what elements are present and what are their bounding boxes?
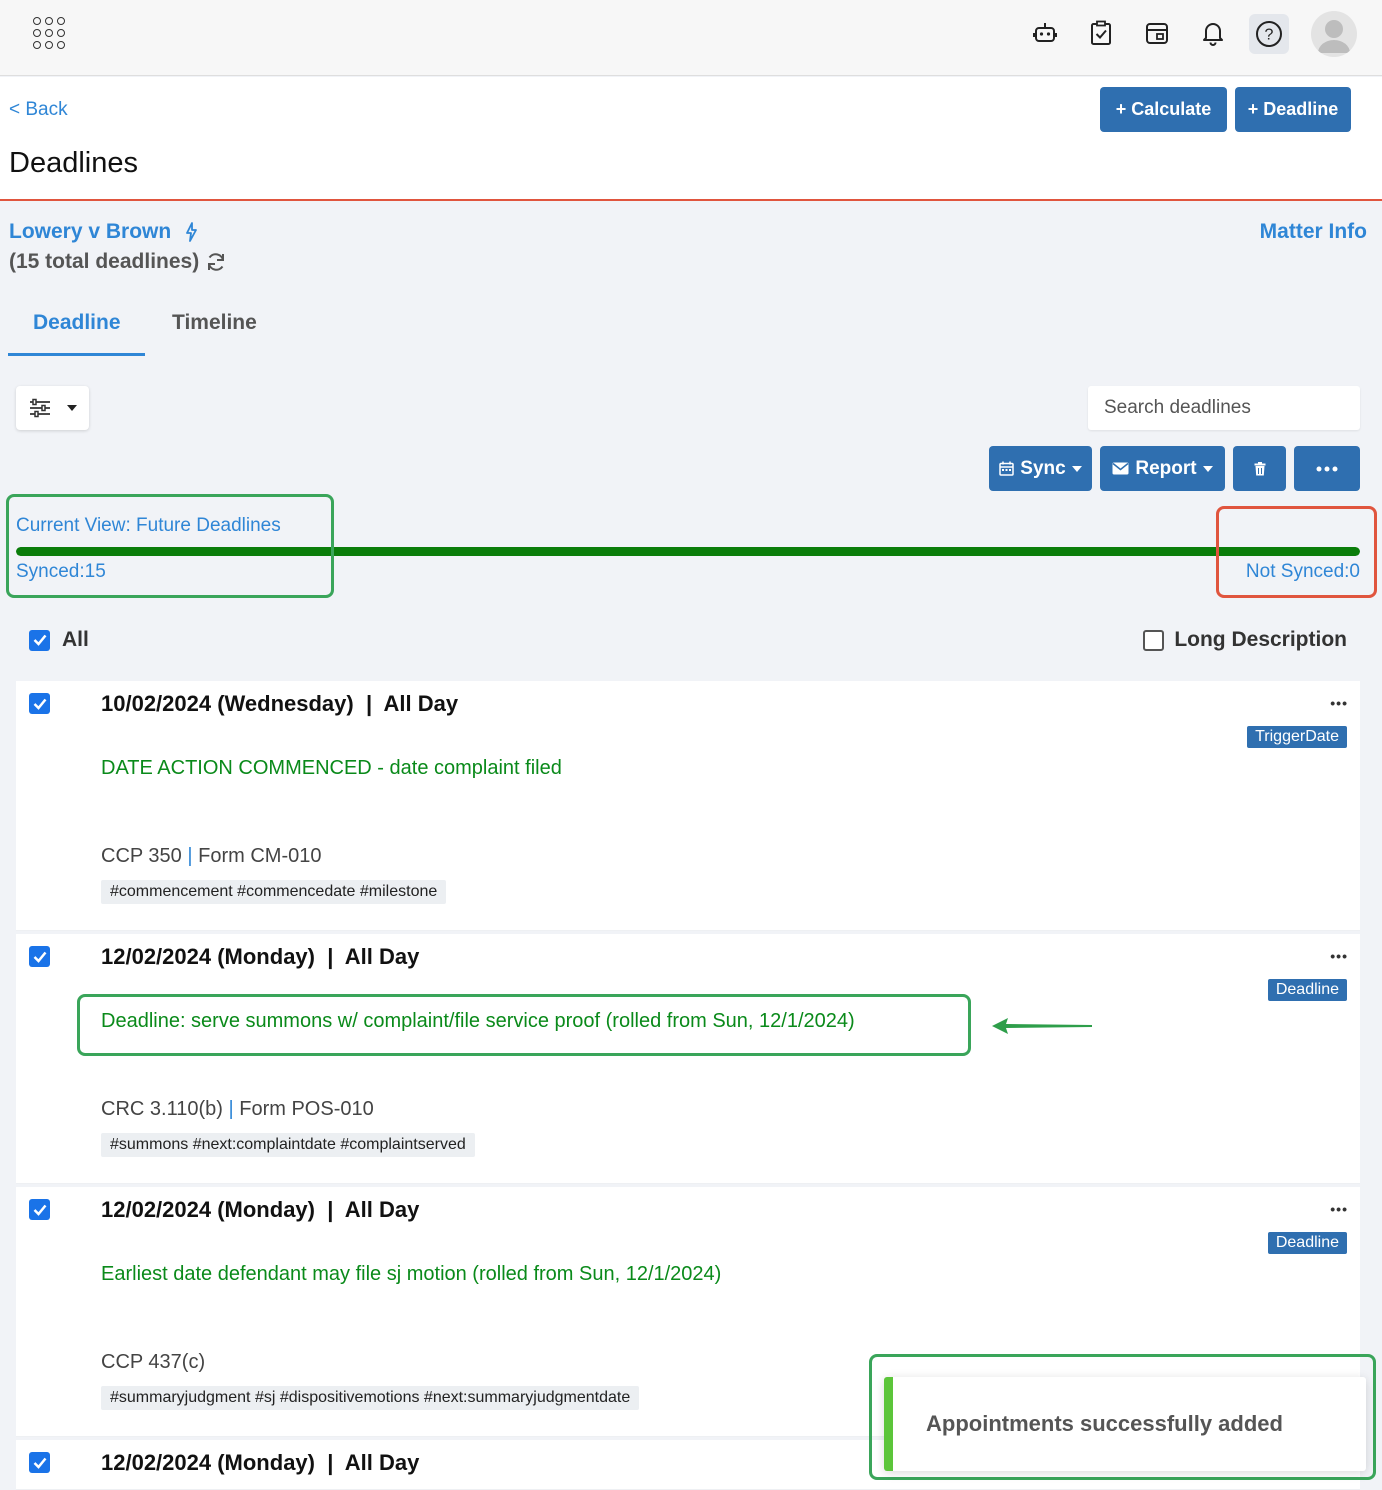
deadline-rule: CRC 3.110(b) | Form POS-010 [101,1098,374,1121]
checkmark-icon [33,698,46,710]
user-avatar-icon[interactable] [1311,11,1357,57]
checkmark-icon [33,1204,46,1216]
highlight-annotation-not-synced [1216,506,1377,598]
chevron-down-icon [1202,465,1213,472]
deadline-type-badge: Deadline [1267,979,1347,1001]
help-button[interactable]: ? [1249,14,1289,54]
bell-icon[interactable] [1199,18,1227,48]
checkmark-icon [33,951,46,963]
sliders-icon [29,398,50,418]
add-deadline-button[interactable]: + Deadline [1235,87,1351,132]
filter-dropdown-button[interactable] [16,386,89,430]
deadline-card: 12/02/2024 (Monday) | All Day Deadline: … [16,934,1360,1184]
svg-text:?: ? [1265,27,1274,44]
rule-citation: CCP 437(c) [101,1351,206,1373]
toast-message: Appointments successfully added [926,1411,1283,1436]
rule-citation: CCP 350 [101,845,182,867]
deadline-type-badge: Deadline [1267,1232,1347,1254]
rule-form: Form POS-010 [239,1098,374,1120]
select-all-checkbox[interactable] [29,629,50,651]
total-deadlines-text: (15 total deadlines) [9,250,200,273]
top-bar: ? [0,0,1382,76]
matter-name-link[interactable]: Lowery v Brown [9,220,171,244]
deadline-tags: #commencement #commencedate #milestone [101,880,447,904]
report-label: Report [1135,457,1197,479]
trash-icon [1254,461,1265,475]
tab-deadline[interactable]: Deadline [33,311,121,335]
rule-citation: CRC 3.110(b) [101,1098,223,1120]
deadline-date: 12/02/2024 (Monday) | All Day [101,944,420,969]
active-tab-indicator [8,353,145,356]
rule-separator: | [228,1098,240,1120]
help-icon: ? [1256,21,1282,47]
deadline-date: 12/02/2024 (Monday) | All Day [101,1197,420,1222]
chevron-down-icon [1071,465,1082,472]
lightning-icon[interactable] [185,222,198,242]
deadline-rule: CCP 350 | Form CM-010 [101,845,321,868]
calendar-small-icon [999,461,1015,476]
ellipsis-icon [1316,466,1338,471]
checkmark-icon [33,1457,46,1469]
deadline-checkbox[interactable] [29,1199,50,1220]
back-link[interactable]: < Back [9,99,68,121]
long-description-label: Long Description [1174,628,1347,651]
page-title: Deadlines [9,147,138,179]
deadline-tags: #summaryjudgment #sj #dispositivemotions… [101,1386,640,1410]
deadline-checkbox[interactable] [29,1452,50,1473]
arrow-left-icon [992,1018,1092,1034]
delete-button[interactable] [1233,446,1286,491]
refresh-icon[interactable] [205,251,227,273]
deadline-title[interactable]: Earliest date defendant may file sj moti… [101,1263,721,1286]
checkmark-icon [33,634,46,646]
rule-separator: | [187,845,199,867]
robot-icon[interactable] [1031,18,1059,48]
deadline-more-button[interactable]: ••• [1330,1201,1348,1217]
page-header: < Back Deadlines + Calculate + Deadline [0,77,1382,201]
matter-name-row: Lowery v Brown [9,220,198,244]
deadline-card: 10/02/2024 (Wednesday) | All Day DATE AC… [16,681,1360,931]
tab-timeline[interactable]: Timeline [172,311,257,335]
deadline-type-badge: TriggerDate [1247,726,1347,748]
long-description-checkbox[interactable] [1143,629,1165,651]
long-description-row: Long Description [1143,628,1347,652]
calculate-button[interactable]: + Calculate [1100,87,1227,132]
deadline-title[interactable]: DATE ACTION COMMENCED - date complaint f… [101,757,562,780]
calendar-icon[interactable] [1143,18,1171,48]
clipboard-check-icon[interactable] [1087,18,1115,48]
report-dropdown-button[interactable]: Report [1100,446,1225,491]
sync-label: Sync [1020,457,1066,479]
deadline-date: 12/02/2024 (Monday) | All Day [101,1450,420,1475]
select-all-row: All [29,628,89,652]
chevron-down-icon [66,405,77,411]
more-actions-button[interactable] [1294,446,1360,491]
deadline-tags: #summons #next:complaintdate #complaints… [101,1133,475,1157]
apps-grid-icon[interactable] [33,17,67,51]
deadline-more-button[interactable]: ••• [1330,948,1348,964]
deadline-more-button[interactable]: ••• [1330,695,1348,711]
deadline-rule: CCP 437(c) [101,1351,205,1374]
deadline-date: 10/02/2024 (Wednesday) | All Day [101,691,459,716]
sync-dropdown-button[interactable]: Sync [989,446,1092,491]
search-input[interactable] [1088,386,1360,430]
total-deadlines-row: (15 total deadlines) [9,250,227,274]
deadline-checkbox[interactable] [29,693,50,714]
deadline-checkbox[interactable] [29,946,50,967]
rule-form: Form CM-010 [198,845,322,867]
success-toast: Appointments successfully added [884,1377,1366,1471]
highlight-annotation-synced [6,494,334,598]
select-all-label: All [62,628,89,651]
matter-info-link[interactable]: Matter Info [1260,220,1367,244]
highlight-annotation-title [77,994,971,1056]
envelope-icon [1112,462,1129,475]
